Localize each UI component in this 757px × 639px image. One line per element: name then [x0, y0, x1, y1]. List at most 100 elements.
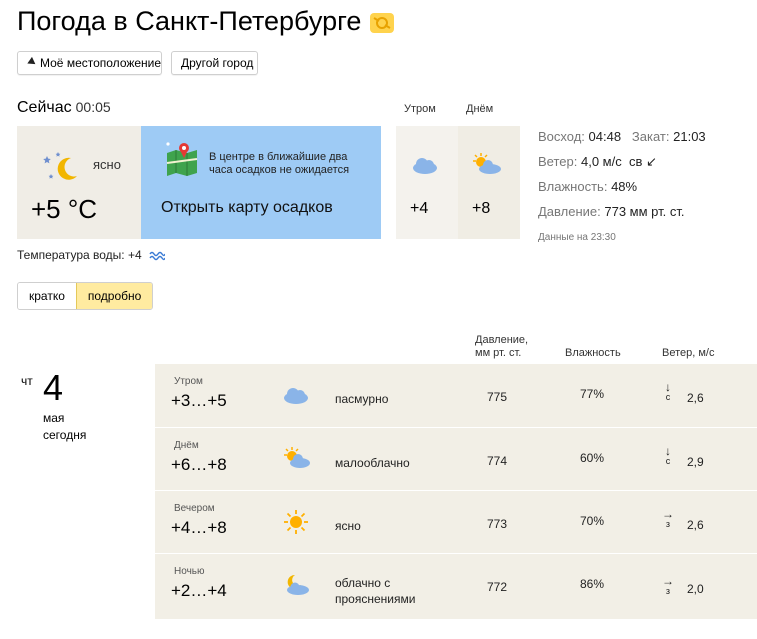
- sun-icon: [284, 510, 308, 534]
- forecast-row-evening: Вечером +4…+8 ясно 773 70% → з 2,6: [155, 490, 757, 553]
- wind-stat: Ветер: 4,0 м/с св ↙: [538, 154, 657, 170]
- row-wind-direction: ↓ с: [662, 444, 674, 466]
- forecast-row-night: Ночью +2…+4 облачно с прояснениями 772 8…: [155, 553, 757, 619]
- night-cloud-icon: [287, 574, 309, 595]
- tab-detailed[interactable]: подробно: [75, 283, 153, 309]
- day-temperature: +8: [472, 200, 491, 217]
- row-wind-speed: 2,0: [687, 582, 704, 596]
- my-location-button[interactable]: Моё местоположение: [17, 51, 162, 75]
- wind-arrow-icon: ↓: [665, 380, 671, 394]
- cloudy-icon: [413, 158, 437, 174]
- view-tabs: кратко подробно: [17, 282, 154, 310]
- data-timestamp: Данные на 23:30: [538, 232, 616, 243]
- map-pin-icon: [166, 142, 198, 176]
- wind-direction-letter: з: [665, 586, 671, 596]
- row-condition: облачно с прояснениями: [335, 575, 415, 607]
- sunset-value: 21:03: [673, 129, 706, 144]
- precipitation-message: В центре в ближайшие два часа осадков не…: [209, 151, 350, 176]
- yandex-weather-logo-icon: [370, 13, 394, 33]
- wind-arrow-icon: ↓: [665, 444, 671, 458]
- location-arrow-icon: [25, 56, 36, 68]
- partly-cloudy-icon: [473, 153, 501, 174]
- month: мая: [43, 411, 65, 425]
- row-wind-direction: → з: [662, 507, 674, 529]
- open-precipitation-map-link[interactable]: Открыть карту осадков: [161, 199, 333, 217]
- water-value: +4: [127, 248, 142, 262]
- row-condition: ясно: [335, 519, 361, 533]
- row-humidity: 77%: [580, 387, 605, 401]
- water-label: Температура воды:: [17, 248, 125, 262]
- cloudy-icon: [284, 388, 308, 404]
- row-temperature: +3…+5: [171, 391, 227, 410]
- morning-label: Утром: [404, 103, 436, 115]
- current-condition: ясно: [93, 157, 121, 172]
- row-temperature: +4…+8: [171, 518, 227, 537]
- sunset-label: Закат:: [631, 129, 670, 144]
- wind-arrow-icon: →: [662, 507, 674, 521]
- wind-column-header: Ветер, м/с: [662, 347, 715, 359]
- pressure-header-line1: Давление,: [475, 334, 529, 346]
- row-condition: малооблачно: [335, 456, 410, 470]
- wind-direction-letter: с: [665, 392, 671, 402]
- wind-label: Ветер:: [538, 154, 578, 169]
- tab-short[interactable]: кратко: [18, 283, 76, 309]
- row-wind-speed: 2,9: [687, 455, 704, 469]
- pressure-header-line2: мм рт. ст.: [475, 347, 522, 359]
- row-condition-line2: прояснениями: [335, 592, 416, 606]
- sunrise-label: Восход:: [538, 129, 585, 144]
- row-part-label: Утром: [174, 376, 203, 387]
- row-humidity: 70%: [580, 514, 605, 528]
- now-heading: Сейчас 00:05: [17, 99, 111, 117]
- moon-stars-icon: [43, 152, 77, 180]
- row-humidity: 60%: [580, 451, 605, 465]
- row-part-label: Вечером: [174, 503, 215, 514]
- now-label: Сейчас: [17, 99, 72, 116]
- now-time: 00:05: [75, 99, 111, 115]
- partly-cloudy-icon: [284, 447, 310, 468]
- pressure-value: 773 мм рт. ст.: [604, 204, 685, 219]
- sunrise-value: 04:48: [588, 129, 622, 144]
- forecast-row-morning: Утром +3…+5 пасмурно 775 77% ↓ с 2,6: [155, 364, 757, 427]
- wind-direction-letter: з: [665, 519, 671, 529]
- day-label: Днём: [466, 103, 494, 115]
- humidity-stat: Влажность: 48%: [538, 179, 637, 194]
- day-number: 4: [43, 367, 64, 408]
- humidity-column-header: Влажность: [565, 347, 621, 359]
- day-of-week: чт: [21, 374, 33, 388]
- row-wind-direction: → з: [662, 574, 674, 596]
- pressure-stat: Давление: 773 мм рт. ст.: [538, 204, 684, 219]
- current-temperature: +5 °C: [31, 194, 98, 224]
- water-temperature: Температура воды: +4: [17, 248, 165, 262]
- row-condition: пасмурно: [335, 392, 389, 406]
- row-condition-line1: облачно с: [335, 576, 391, 590]
- row-temperature: +2…+4: [171, 581, 227, 600]
- row-pressure: 772: [487, 580, 508, 594]
- wind-direction-letter: с: [665, 456, 671, 466]
- wind-arrow-icon: →: [662, 574, 674, 588]
- water-wave-icon: [149, 251, 165, 261]
- page-title: Погода в Санкт-Петербурге: [17, 6, 362, 36]
- wind-value: 4,0 м/с: [580, 154, 622, 169]
- row-pressure: 773: [487, 517, 508, 531]
- row-wind-speed: 2,6: [687, 391, 704, 405]
- pressure-label: Давление:: [538, 204, 601, 219]
- humidity-label: Влажность:: [538, 179, 608, 194]
- row-wind-direction: ↓ с: [662, 380, 674, 402]
- morning-forecast-card: +4: [396, 126, 458, 239]
- row-humidity: 86%: [580, 577, 605, 591]
- wind-direction: св ↙: [628, 154, 657, 169]
- row-part-label: Днём: [174, 440, 199, 451]
- morning-temperature: +4: [410, 200, 429, 217]
- current-weather-card: ясно +5 °C: [17, 126, 141, 239]
- sun-times: Восход: 04:48 Закат: 21:03: [538, 129, 706, 144]
- row-wind-speed: 2,6: [687, 518, 704, 532]
- row-pressure: 775: [487, 390, 508, 404]
- today-label: сегодня: [43, 428, 87, 442]
- other-city-button[interactable]: Другой город: [171, 51, 258, 75]
- precipitation-map-card[interactable]: В центре в ближайшие два часа осадков не…: [141, 126, 381, 239]
- row-part-label: Ночью: [174, 566, 205, 577]
- my-location-label: Моё местоположение: [40, 56, 162, 70]
- humidity-value: 48%: [611, 179, 638, 194]
- forecast-row-day: Днём +6…+8 малооблачно 774 60% ↓ с 2,9: [155, 427, 757, 490]
- day-forecast-card: +8: [458, 126, 520, 239]
